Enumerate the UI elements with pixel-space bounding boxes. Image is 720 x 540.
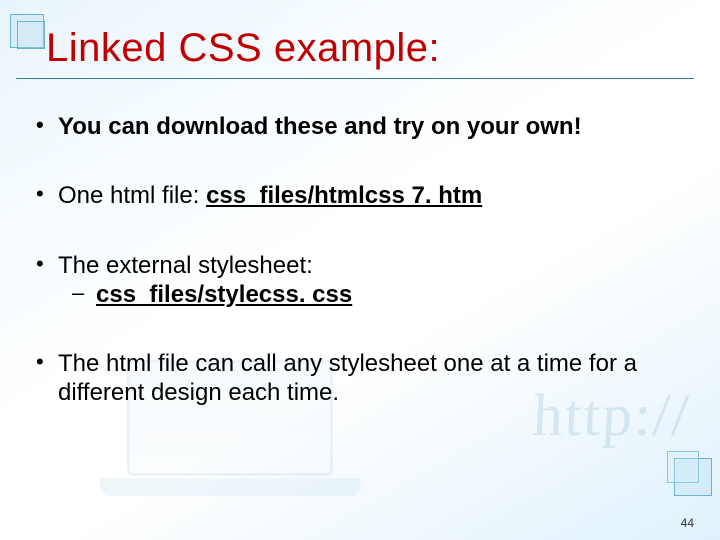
bullet-3: The external stylesheet: css_files/style… [30,251,680,310]
slide: http:// Linked CSS example: You can down… [0,0,720,540]
bullet-3-sub-link[interactable]: css_files/stylecss. css [96,281,352,308]
title-wrap: Linked CSS example: [46,26,674,75]
bullet-3-text: The external stylesheet: [58,252,313,279]
page-number: 44 [681,516,694,530]
slide-title: Linked CSS example: [46,26,674,75]
bullet-3-sub: css_files/stylecss. css [58,280,680,309]
bullet-4-text: The html file can call any stylesheet on… [58,350,637,406]
bullet-2: One html file: css_files/htmlcss 7. htm [30,181,680,210]
bullet-1: You can download these and try on your o… [30,112,680,141]
bullet-2-prefix: One html file: [58,182,206,209]
title-underline [16,78,694,79]
decor-top-left-icon [10,14,44,48]
bullet-2-link[interactable]: css_files/htmlcss 7. htm [206,182,482,209]
bullet-4: The html file can call any stylesheet on… [30,349,680,408]
slide-body: You can download these and try on your o… [30,112,680,408]
bullet-1-text: You can download these and try on your o… [58,113,582,140]
decor-bottom-right-icon [674,458,712,496]
